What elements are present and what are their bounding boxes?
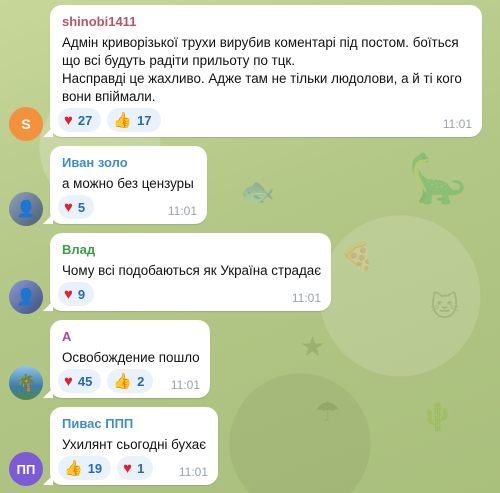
reactions-bar: ♥ 9 — [58, 282, 95, 306]
thumbs-up-icon: 👍 — [64, 459, 83, 477]
reactions-bar: ♥ 5 — [58, 195, 95, 219]
reaction-thumbs-up[interactable]: 👍 2 — [107, 369, 154, 393]
avatar[interactable]: S — [9, 107, 43, 141]
reactions-bar: ♥ 27 👍 17 — [58, 108, 161, 132]
wallpaper-dinosaur-icon: 🦕 — [408, 153, 468, 206]
avatar-photo-icon: 🌴 — [16, 375, 36, 392]
wallpaper-pizza-icon: 🍕 — [340, 241, 375, 272]
message-time: 11:01 — [167, 204, 197, 218]
reaction-count: 17 — [137, 112, 152, 128]
message-bubble[interactable]: Пивас ППП Ухилянт сьогодні бухає 👍 19 ♥ … — [43, 407, 218, 485]
avatar-letter: S — [21, 116, 31, 132]
wallpaper-cactus-icon: 🌵 — [420, 401, 455, 432]
heart-icon: ♥ — [123, 459, 133, 477]
message-text-line: що всі будуть радіти прильоту по тцк. — [62, 53, 295, 68]
message-text-line: вони впіймали. — [62, 89, 156, 104]
thumbs-up-icon: 👍 — [113, 111, 133, 129]
reaction-count: 27 — [77, 112, 93, 128]
avatar[interactable]: 👤 — [9, 192, 43, 226]
reaction-count: 45 — [77, 373, 93, 389]
reaction-heart[interactable]: ♥ 45 — [58, 369, 102, 393]
avatar[interactable]: 🌴 — [9, 366, 43, 400]
message-bubble[interactable]: Влад Чому всі подобаються як Україна стр… — [43, 233, 331, 311]
message-time: 11:01 — [170, 378, 200, 392]
message-bubble[interactable]: Иван золо а можно без цензуры ♥ 5 11:01 — [43, 146, 207, 224]
sender-name[interactable]: А — [62, 329, 71, 344]
message-text-line: Ухилянт сьогодні бухає — [62, 437, 207, 452]
message-text-line: Чому всі подобаються як Україна страдає — [62, 263, 322, 278]
sender-name[interactable]: Влад — [62, 242, 95, 257]
message-time: 11:01 — [442, 117, 472, 131]
message-text-line: а можно без цензуры — [62, 176, 194, 191]
reaction-count: 9 — [77, 286, 86, 302]
thumbs-up-icon: 👍 — [113, 372, 133, 390]
heart-icon: ♥ — [64, 198, 73, 216]
reaction-count: 5 — [77, 199, 86, 215]
sender-name[interactable]: Иван золо — [62, 155, 128, 170]
avatar[interactable]: ПП — [9, 452, 43, 486]
wallpaper-umbrella-icon: ☂ — [315, 396, 341, 427]
message-bubble[interactable]: А Освобождение пошло ♥ 45 👍 2 11:01 — [43, 320, 210, 398]
message-bubble[interactable]: shinobi1411 Адмін криворізької трухи вир… — [43, 5, 482, 137]
reactions-bar: 👍 19 ♥ 1 — [58, 456, 154, 480]
message-text-line: Освобождение пошло — [62, 350, 200, 365]
sender-name[interactable]: shinobi1411 — [62, 14, 136, 29]
heart-icon: ♥ — [64, 285, 73, 303]
reaction-count: 1 — [137, 460, 145, 476]
message-time: 11:01 — [178, 465, 208, 479]
heart-icon: ♥ — [64, 111, 73, 129]
wallpaper-fish-icon: 🐟 — [240, 176, 275, 207]
reaction-heart[interactable]: ♥ 1 — [117, 456, 154, 480]
avatar[interactable]: 👤 — [9, 280, 43, 314]
reaction-thumbs-up[interactable]: 👍 19 — [58, 456, 112, 480]
reaction-heart[interactable]: ♥ 27 — [58, 108, 102, 132]
message-time: 11:01 — [291, 291, 321, 305]
sender-name[interactable]: Пивас ППП — [62, 416, 133, 431]
heart-icon: ♥ — [64, 372, 73, 390]
reactions-bar: ♥ 45 👍 2 — [58, 369, 154, 393]
reaction-count: 19 — [87, 460, 103, 476]
avatar-initials: ПП — [16, 461, 36, 477]
message-text-line: Насправді це жахливо. Адже там не тільки… — [62, 71, 462, 86]
reaction-count: 2 — [137, 373, 145, 389]
wallpaper-cat-icon: 🐱 — [430, 291, 460, 322]
wallpaper-star-icon: ★ — [300, 331, 326, 362]
reaction-thumbs-up[interactable]: 👍 17 — [107, 108, 161, 132]
message-text-line: Адмін криворізької трухи вирубив комента… — [62, 35, 459, 50]
avatar-photo-icon: 👤 — [16, 201, 36, 218]
reaction-heart[interactable]: ♥ 9 — [58, 282, 95, 306]
reaction-heart[interactable]: ♥ 5 — [58, 195, 95, 219]
avatar-photo-icon: 👤 — [16, 289, 36, 306]
